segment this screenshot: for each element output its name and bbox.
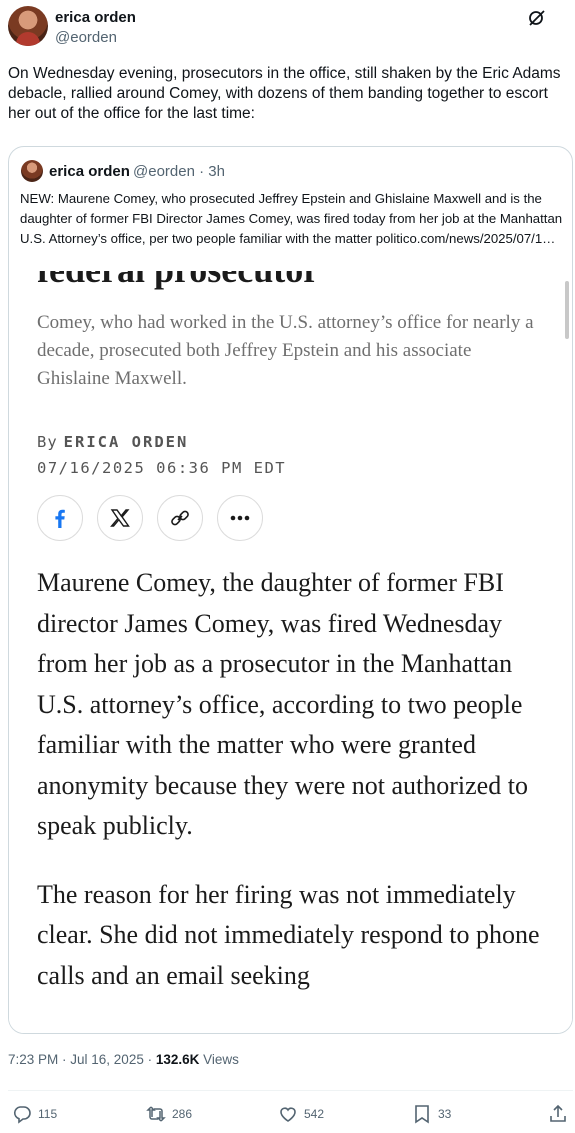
bookmark-icon — [415, 1105, 429, 1124]
quoted-author-avatar — [21, 160, 43, 182]
like-button[interactable]: 542 — [278, 1102, 324, 1126]
grok-icon[interactable] — [527, 8, 547, 28]
x-share-button — [97, 495, 143, 541]
link-icon — [171, 510, 189, 526]
article-paragraph: The reason for her firing was not immedi… — [37, 879, 540, 990]
reply-count: 115 — [38, 1107, 58, 1121]
article-heading: federal prosecutor — [37, 271, 319, 291]
author-name[interactable]: erica orden — [55, 9, 136, 26]
repost-icon — [146, 1106, 166, 1122]
timestamp-text[interactable]: 7:23 PM · Jul 16, 2025 · — [8, 1052, 156, 1067]
repost-button[interactable]: 286 — [146, 1102, 192, 1126]
article-body: Maurene Comey, the daughter of former FB… — [37, 563, 547, 1024]
article-subheading: Comey, who had worked in the U.S. attorn… — [37, 312, 534, 389]
views-count: 132.6K — [155, 1052, 200, 1067]
bookmark-count: 33 — [438, 1107, 452, 1121]
divider — [8, 1090, 573, 1091]
share-button[interactable] — [548, 1102, 574, 1126]
author-avatar[interactable] — [8, 6, 48, 46]
reply-button[interactable]: 115 — [12, 1102, 57, 1126]
share-icon — [550, 1104, 566, 1122]
more-share-button — [217, 495, 263, 541]
byline-prefix: By — [37, 433, 58, 451]
article-screenshot: federal prosecutor Comey, who had worked… — [9, 271, 572, 1033]
tweet-header: erica orden @eorden — [0, 0, 575, 60]
copy-link-button — [157, 495, 203, 541]
quoted-author-handle: @eorden · 3h — [133, 163, 225, 180]
like-icon — [280, 1107, 296, 1122]
tweet-text: On Wednesday evening, prosecutors in the… — [8, 65, 561, 122]
quoted-tweet-text: NEW: Maurene Comey, who prosecuted Jeffr… — [20, 191, 563, 246]
repost-count: 286 — [172, 1107, 193, 1121]
quoted-author-name: erica orden — [49, 163, 130, 180]
author-handle[interactable]: @eorden — [55, 29, 117, 46]
facebook-share-button — [37, 495, 83, 541]
tweet-timestamp: 7:23 PM · Jul 16, 2025 · 132.6K Views — [8, 1052, 239, 1067]
byline-name: ERICA ORDEN — [63, 433, 189, 451]
facebook-icon — [55, 509, 65, 528]
views-label: Views — [199, 1052, 239, 1067]
quoted-tweet-card[interactable]: erica orden @eorden · 3h NEW: Maurene Co… — [8, 146, 573, 1034]
x-icon — [110, 509, 130, 527]
article-byline: By ERICA ORDEN — [37, 433, 188, 451]
reply-icon — [13, 1106, 31, 1124]
article-paragraph: Maurene Comey, the daughter of former FB… — [37, 568, 528, 840]
like-count: 542 — [304, 1107, 325, 1121]
more-icon — [230, 515, 250, 521]
article-dateline: 07/16/2025 06:36 PM EDT — [37, 459, 287, 477]
bookmark-button[interactable]: 33 — [412, 1102, 451, 1126]
scrollbar — [565, 281, 569, 339]
